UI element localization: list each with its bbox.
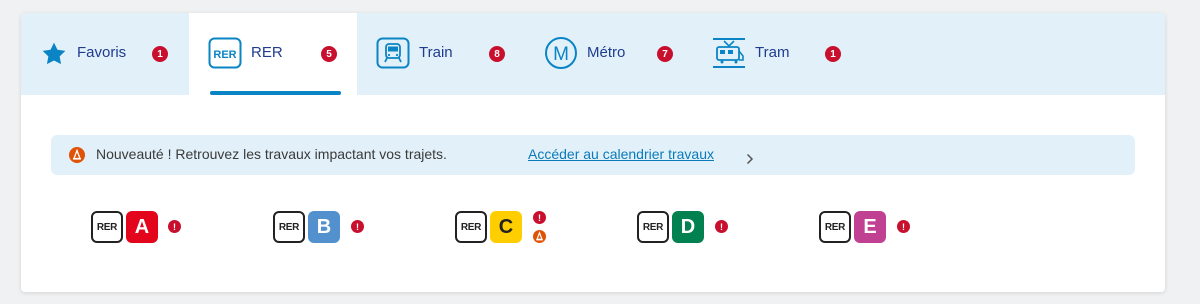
tab-label: Train [419,44,453,61]
tab-metro[interactable]: M Métro 7 [525,13,693,95]
tab-tram[interactable]: Tram 1 [693,13,861,95]
metro-icon: M [544,37,578,75]
rer-badge: RER [455,211,487,243]
rer-badge: RER [637,211,669,243]
traffic-card: Favoris 1 RER RER 5 Train 8 M Métro 7 Tr… [21,13,1165,292]
svg-text:RER: RER [213,49,236,61]
alert-icon: ! [351,220,364,233]
tab-label: Métro [587,44,626,61]
train-icon [376,37,410,73]
tab-count-badge: 5 [321,46,337,62]
roadworks-icon [533,228,546,243]
rer-badge: RER [273,211,305,243]
rer-badge: RER [819,211,851,243]
svg-text:M: M [553,44,569,65]
banner-text: Nouveauté ! Retrouvez les travaux impact… [96,146,447,162]
rer-badge: RER [91,211,123,243]
alert-icon: ! [533,211,546,224]
tab-label: Favoris [77,44,127,61]
line-letter-badge: D [672,211,704,243]
tab-count-badge: 8 [489,46,505,62]
line-rer-e[interactable]: RER E ! [819,211,919,245]
chevron-right-icon [746,150,754,169]
tram-icon [712,37,746,73]
line-letter-badge: C [490,211,522,243]
alert-icon: ! [897,220,910,233]
alert-icon: ! [715,220,728,233]
line-letter-badge: B [308,211,340,243]
tab-train[interactable]: Train 8 [357,13,525,95]
line-rer-a[interactable]: RER A ! [91,211,191,245]
line-rer-c[interactable]: RER C ! [455,211,555,245]
tab-count-badge: 7 [657,46,673,62]
line-letter-badge: A [126,211,158,243]
roadworks-banner: Nouveauté ! Retrouvez les travaux impact… [51,135,1135,175]
alert-icon: ! [168,220,181,233]
line-letter-badge: E [854,211,886,243]
active-tab-indicator [210,91,341,95]
tab-count-badge: 1 [825,46,841,62]
roadworks-calendar-link[interactable]: Accéder au calendrier travaux [528,146,714,162]
rer-icon: RER [208,37,242,73]
star-icon [41,41,67,71]
tab-rer[interactable]: RER RER 5 [189,13,357,95]
line-rer-b[interactable]: RER B ! [273,211,373,245]
transport-tabs: Favoris 1 RER RER 5 Train 8 M Métro 7 Tr… [21,13,1165,95]
roadworks-icon [69,147,85,167]
line-rer-d[interactable]: RER D ! [637,211,737,245]
tab-label: Tram [755,44,790,61]
tab-count-badge: 1 [152,46,168,62]
tab-label: RER [251,44,283,61]
tab-favoris[interactable]: Favoris 1 [21,13,189,95]
